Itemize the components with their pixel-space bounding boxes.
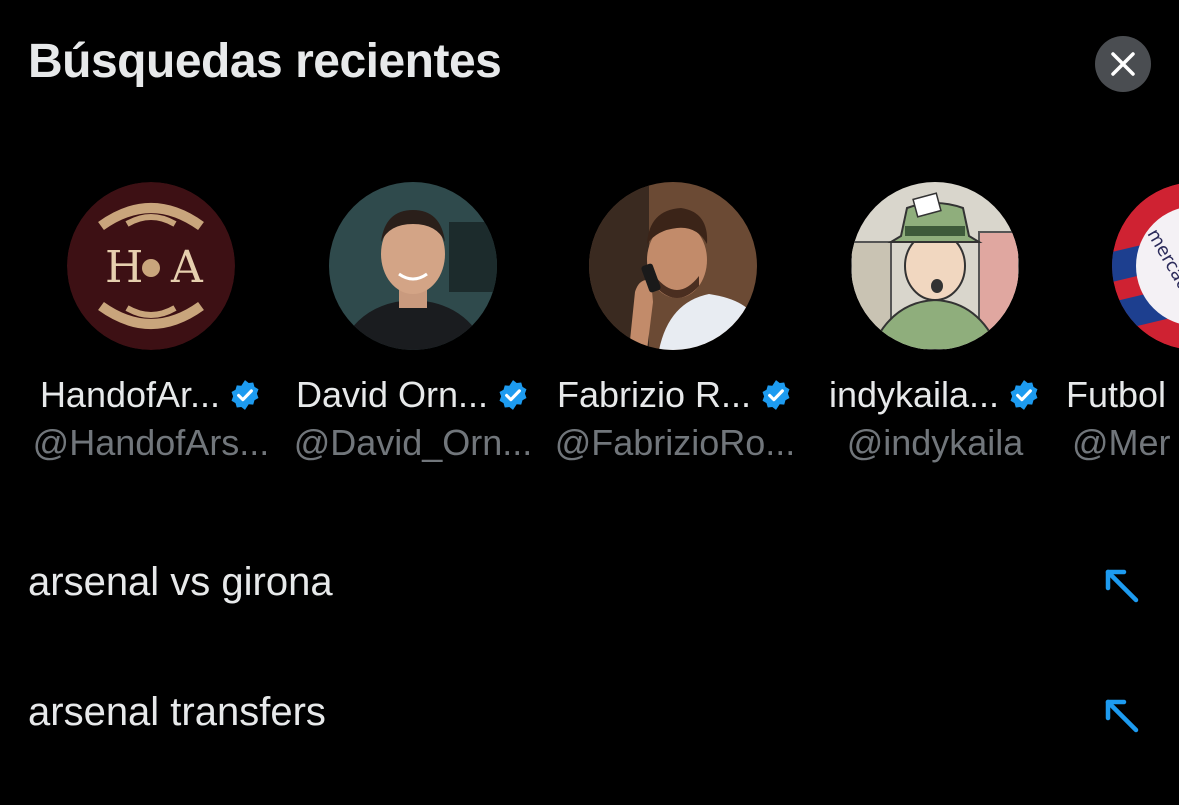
account-item-handofarsenal[interactable]: H A HandofAr... @HandofArs... <box>20 178 282 478</box>
search-query-text: arsenal vs girona <box>28 560 333 604</box>
account-item-indykaila[interactable]: indykaila... @indykaila <box>804 178 1066 478</box>
account-name: HandofAr... <box>39 374 221 415</box>
hoa-logo-avatar: H A <box>67 182 235 350</box>
account-handle: @indykaila <box>846 422 1024 463</box>
verified-badge-icon <box>762 380 790 410</box>
search-query-text: arsenal transfers <box>28 690 326 734</box>
verified-badge-icon <box>1010 380 1038 410</box>
account-name: indykaila... <box>828 374 1000 415</box>
account-handle: @HandofArs... <box>32 422 270 463</box>
page-title: Búsquedas recientes <box>28 35 502 88</box>
recent-search-item[interactable]: arsenal vs girona <box>0 538 1179 634</box>
account-name: Fabrizio R... <box>556 374 752 415</box>
verified-badge-icon <box>231 380 259 410</box>
fill-search-arrow-icon[interactable] <box>1100 694 1144 738</box>
svg-text:A: A <box>170 242 204 293</box>
mercado-logo-avatar: mercado <box>1112 182 1179 350</box>
account-handle: @David_Orn... <box>293 422 533 463</box>
svg-text:H: H <box>105 242 143 293</box>
account-name: Futbol <box>1066 374 1167 415</box>
recent-search-item[interactable]: arsenal transfers <box>0 668 1179 764</box>
recent-accounts-row: H A HandofAr... @HandofArs... David Orn.… <box>0 178 1179 478</box>
account-handle: @FabrizioRo... <box>554 422 796 463</box>
account-name: David Orn... <box>295 374 489 415</box>
account-item-fabrizio-romano[interactable]: Fabrizio R... @FabrizioRo... <box>544 178 806 478</box>
account-item-futbol[interactable]: mercado Futbol @Mer <box>1066 178 1179 478</box>
person-on-phone-avatar <box>589 182 757 350</box>
close-icon <box>1111 52 1135 76</box>
account-item-david-ornstein[interactable]: David Orn... @David_Orn... <box>282 178 544 478</box>
verified-badge-icon <box>499 380 527 410</box>
person-photo-avatar <box>329 182 497 350</box>
fill-search-arrow-icon[interactable] <box>1100 564 1144 608</box>
account-handle: @Mer <box>1072 422 1171 463</box>
press-cartoon-avatar <box>851 182 1019 350</box>
close-button[interactable] <box>1095 36 1151 92</box>
